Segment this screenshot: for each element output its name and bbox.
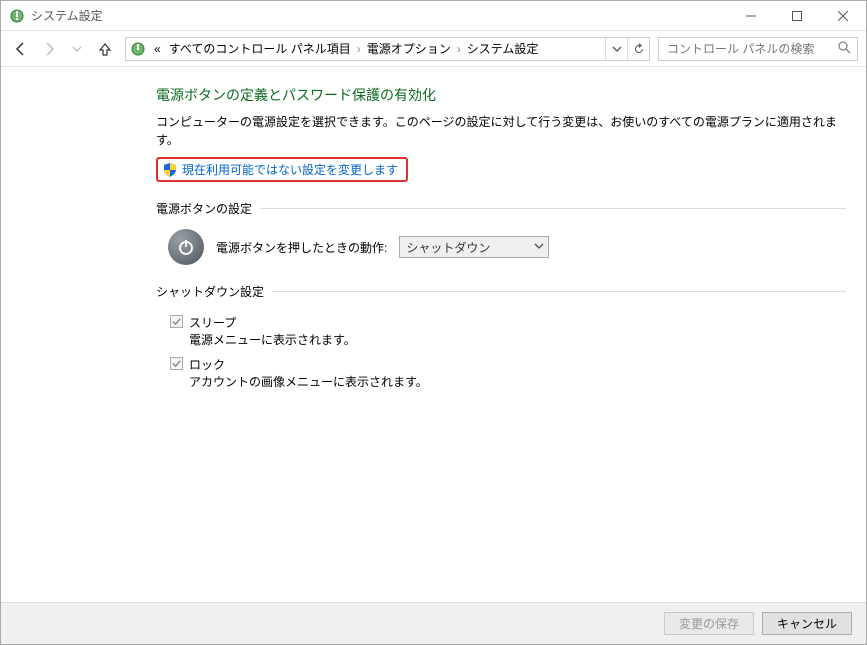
chevron-right-icon: › [355,42,363,56]
change-unavailable-settings-link[interactable]: 現在利用可能ではない設定を変更します [182,161,398,178]
nav-row: « すべてのコントロール パネル項目 › 電源オプション › システム設定 [1,31,866,67]
address-bar[interactable]: « すべてのコントロール パネル項目 › 電源オプション › システム設定 [125,37,650,61]
page-title: 電源ボタンの定義とパスワード保護の有効化 [156,85,846,105]
shutdown-settings-group: シャットダウン設定 スリープ 電源メニューに表示されます。 [156,283,846,390]
checkbox-row-lock: ロック アカウントの画像メニューに表示されます。 [170,356,846,390]
checkbox-sublabel: アカウントの画像メニューに表示されます。 [189,373,428,390]
checkbox-row-sleep: スリープ 電源メニューに表示されます。 [170,314,846,348]
chevron-down-icon [534,240,544,254]
forward-button[interactable] [37,37,61,61]
power-button-row: 電源ボタンを押したときの動作: シャットダウン [156,229,846,265]
divider [260,208,846,209]
search-box[interactable] [658,37,858,61]
power-button-action-select[interactable]: シャットダウン [399,236,549,258]
group-header: 電源ボタンの設定 [156,200,846,217]
sleep-checkbox[interactable] [170,315,183,328]
shield-icon [162,162,178,178]
select-value: シャットダウン [406,239,490,256]
refresh-button[interactable] [627,38,649,60]
page-description: コンピューターの電源設定を選択できます。このページの設定に対して行う変更は、お使… [156,113,846,149]
checkbox-label: ロック [189,356,428,373]
admin-settings-highlight: 現在利用可能ではない設定を変更します [156,157,408,182]
address-dropdown[interactable] [605,38,627,60]
checkbox-label: スリープ [189,314,356,331]
window-title: システム設定 [31,7,103,24]
window-controls [728,1,866,30]
search-input[interactable] [665,41,838,57]
divider [272,291,846,292]
recent-dropdown[interactable] [65,37,89,61]
close-button[interactable] [820,1,866,30]
breadcrumb-item[interactable]: すべてのコントロール パネル項目 [165,40,355,57]
app-icon [9,8,25,24]
breadcrumb-item[interactable]: 電源オプション [363,40,455,57]
checkbox-sublabel: 電源メニューに表示されます。 [189,331,356,348]
cancel-button[interactable]: キャンセル [762,612,852,635]
group-header: シャットダウン設定 [156,283,846,300]
power-icon [168,229,204,265]
maximize-button[interactable] [774,1,820,30]
lock-checkbox[interactable] [170,357,183,370]
power-button-action-label: 電源ボタンを押したときの動作: [216,239,387,256]
content-area: 電源ボタンの定義とパスワード保護の有効化 コンピューターの電源設定を選択できます… [1,67,866,602]
button-bar: 変更の保存 キャンセル [1,602,866,644]
minimize-button[interactable] [728,1,774,30]
system-settings-window: システム設定 [0,0,867,645]
breadcrumb-item[interactable]: システム設定 [463,40,543,57]
save-button[interactable]: 変更の保存 [664,612,754,635]
back-button[interactable] [9,37,33,61]
search-icon[interactable] [838,41,851,57]
breadcrumb-prefix: « [150,42,165,56]
power-button-group: 電源ボタンの設定 電源ボタンを押したときの動作: シャットダウン [156,200,846,265]
up-button[interactable] [93,37,117,61]
group-label: 電源ボタンの設定 [156,200,252,217]
address-icon [130,41,146,57]
breadcrumb: « すべてのコントロール パネル項目 › 電源オプション › システム設定 [150,40,542,57]
group-label: シャットダウン設定 [156,283,264,300]
chevron-right-icon: › [455,42,463,56]
titlebar: システム設定 [1,1,866,31]
